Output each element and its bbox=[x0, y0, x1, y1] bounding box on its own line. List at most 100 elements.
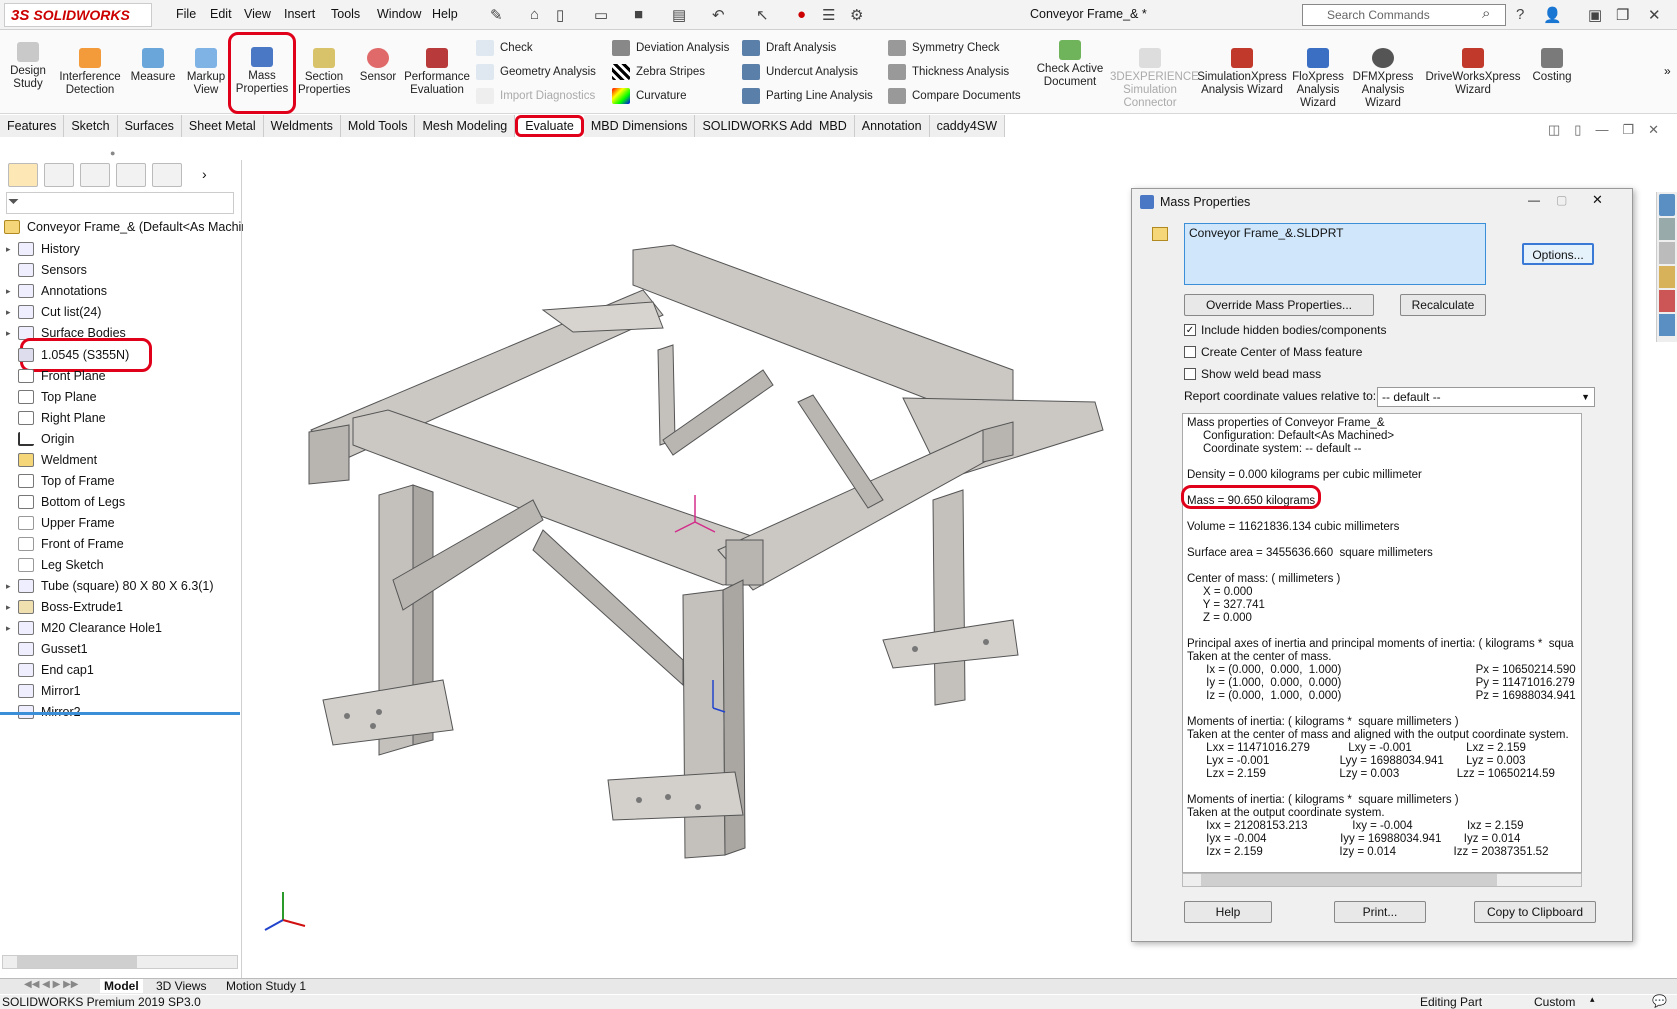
search-icon[interactable]: ⌕ bbox=[1482, 5, 1490, 22]
recalculate-button[interactable]: Recalculate bbox=[1400, 294, 1486, 316]
costing-button[interactable]: Costing bbox=[1526, 48, 1578, 84]
menu-file[interactable]: File bbox=[176, 7, 196, 21]
parting-line-analysis-button[interactable]: Parting Line Analysis bbox=[742, 88, 873, 104]
tab-3d-views[interactable]: 3D Views bbox=[156, 979, 206, 993]
tree-item-history[interactable]: ▸ History bbox=[6, 238, 80, 260]
horizontal-scrollbar[interactable] bbox=[2, 955, 238, 969]
create-center-of-mass-checkbox[interactable]: Create Center of Mass feature bbox=[1184, 345, 1362, 359]
markup-view-button[interactable]: Markup View bbox=[182, 48, 230, 97]
tab-annotation[interactable]: Annotation bbox=[854, 115, 930, 137]
new-document-icon[interactable]: ▯ bbox=[556, 6, 564, 24]
file-properties-icon[interactable]: ☰ bbox=[822, 6, 835, 24]
tree-item-cut-list[interactable]: ▸ Cut list(24) bbox=[6, 301, 101, 323]
measure-button[interactable]: Measure bbox=[128, 48, 178, 84]
tab-scroll-arrows[interactable]: ◀◀ ◀ ▶ ▶▶ bbox=[24, 979, 78, 990]
filter-input[interactable] bbox=[6, 192, 234, 214]
expand-icon[interactable]: ▸ bbox=[6, 581, 18, 592]
coordinate-system-select[interactable]: -- default -- ▼ bbox=[1377, 387, 1595, 407]
select-icon[interactable]: ↖ bbox=[756, 6, 769, 24]
tree-item-origin[interactable]: Origin bbox=[6, 428, 74, 450]
tab-weldments[interactable]: Weldments bbox=[263, 115, 341, 137]
viewport-restore-icon[interactable]: ◫ bbox=[1548, 122, 1560, 138]
options-button[interactable]: Options... bbox=[1522, 243, 1594, 265]
expand-icon[interactable]: ▸ bbox=[6, 623, 18, 634]
deviation-analysis-button[interactable]: Deviation Analysis bbox=[612, 40, 729, 56]
notification-icon[interactable]: 💬 bbox=[1652, 994, 1667, 1008]
override-mass-properties-button[interactable]: Override Mass Properties... bbox=[1184, 294, 1374, 316]
tab-mbd-dimensions[interactable]: MBD Dimensions bbox=[583, 115, 696, 137]
draft-analysis-button[interactable]: Draft Analysis bbox=[742, 40, 836, 56]
design-library-icon[interactable] bbox=[1659, 218, 1675, 240]
section-properties-button[interactable]: Section Properties bbox=[298, 48, 350, 97]
tree-item-top-of-frame[interactable]: Top of Frame bbox=[6, 470, 115, 492]
menu-window[interactable]: Window bbox=[377, 7, 421, 21]
units-select[interactable]: Custom bbox=[1534, 995, 1575, 1009]
tree-item-front-of-frame[interactable]: Front of Frame bbox=[6, 533, 124, 555]
home-icon[interactable]: ⌂ bbox=[530, 6, 539, 23]
rollback-bar[interactable] bbox=[0, 712, 240, 715]
copy-to-clipboard-button[interactable]: Copy to Clipboard bbox=[1474, 901, 1596, 923]
geometry-analysis-button[interactable]: Geometry Analysis bbox=[476, 64, 596, 80]
compare-documents-button[interactable]: Compare Documents bbox=[888, 88, 1021, 104]
help-icon[interactable]: ? bbox=[1516, 6, 1524, 23]
tree-item-leg-sketch[interactable]: Leg Sketch bbox=[6, 554, 104, 576]
dfmxpress-button[interactable]: DFMXpress Analysis Wizard bbox=[1350, 48, 1416, 110]
print-button[interactable]: Print... bbox=[1334, 901, 1426, 923]
undercut-analysis-button[interactable]: Undercut Analysis bbox=[742, 64, 858, 80]
tab-mesh-modeling[interactable]: Mesh Modeling bbox=[415, 115, 516, 137]
panel-grip-icon[interactable]: ● bbox=[110, 148, 115, 158]
file-explorer-icon[interactable] bbox=[1659, 242, 1675, 264]
viewport-maximize-icon[interactable]: ❐ bbox=[1622, 122, 1634, 138]
check-button[interactable]: Check bbox=[476, 40, 533, 56]
search-input[interactable]: Search Commands bbox=[1302, 4, 1506, 26]
featuremanager-tab-icon[interactable] bbox=[8, 163, 38, 187]
floxpress-button[interactable]: FloXpress Analysis Wizard bbox=[1290, 48, 1346, 110]
menu-insert[interactable]: Insert bbox=[284, 7, 315, 21]
menu-tools[interactable]: Tools bbox=[331, 7, 360, 21]
chevron-up-icon[interactable]: ▴ bbox=[1590, 994, 1595, 1005]
solidworks-resources-icon[interactable] bbox=[1659, 194, 1675, 216]
selection-box[interactable]: Conveyor Frame_&.SLDPRT bbox=[1184, 223, 1486, 285]
tree-item-end-cap1[interactable]: End cap1 bbox=[6, 659, 94, 681]
open-icon[interactable]: ▭ bbox=[594, 6, 608, 24]
simulationxpress-button[interactable]: SimulationXpress Analysis Wizard bbox=[1196, 48, 1288, 97]
configurationmanager-tab-icon[interactable] bbox=[80, 163, 110, 187]
curvature-button[interactable]: Curvature bbox=[612, 88, 687, 104]
tree-item-sensors[interactable]: Sensors bbox=[6, 259, 87, 281]
rebuild-icon[interactable]: ● bbox=[797, 6, 806, 23]
options-gear-icon[interactable]: ⚙ bbox=[850, 6, 863, 24]
performance-evaluation-button[interactable]: Performance Evaluation bbox=[404, 48, 470, 97]
custom-properties-icon[interactable] bbox=[1659, 314, 1675, 336]
tree-item-upper-frame[interactable]: Upper Frame bbox=[6, 512, 115, 534]
sensor-button[interactable]: Sensor bbox=[356, 48, 400, 84]
displaymanager-tab-icon[interactable] bbox=[152, 163, 182, 187]
expand-icon[interactable]: ▸ bbox=[6, 602, 18, 613]
tab-surfaces[interactable]: Surfaces bbox=[117, 115, 182, 137]
expand-icon[interactable]: ▸ bbox=[6, 286, 18, 297]
show-weld-bead-mass-checkbox[interactable]: Show weld bead mass bbox=[1184, 367, 1321, 381]
tree-item-tube[interactable]: ▸ Tube (square) 80 X 80 X 6.3(1) bbox=[6, 575, 214, 597]
user-icon[interactable]: 👤 bbox=[1543, 6, 1562, 24]
window-maximize-icon[interactable]: ❐ bbox=[1616, 6, 1629, 24]
tree-item-front-plane[interactable]: Front Plane bbox=[6, 365, 106, 387]
chevron-right-icon[interactable]: › bbox=[188, 163, 207, 189]
ribbon-expand-icon[interactable]: » bbox=[1664, 64, 1671, 78]
design-study-button[interactable]: Design Study bbox=[6, 42, 50, 91]
tab-model[interactable]: Model bbox=[100, 979, 143, 993]
tree-item-gusset1[interactable]: Gusset1 bbox=[6, 638, 88, 660]
viewport-tile-icon[interactable]: ▯ bbox=[1574, 122, 1581, 138]
expand-icon[interactable]: ▸ bbox=[6, 307, 18, 318]
driveworksxpress-button[interactable]: DriveWorksXpress Wizard bbox=[1420, 48, 1526, 97]
menu-help[interactable]: Help bbox=[432, 7, 458, 21]
menu-edit[interactable]: Edit bbox=[210, 7, 232, 21]
tree-item-weldment[interactable]: Weldment bbox=[6, 449, 97, 471]
undo-icon[interactable]: ↶ bbox=[712, 6, 725, 24]
print-icon[interactable]: ▤ bbox=[672, 6, 686, 24]
tree-item-top-plane[interactable]: Top Plane bbox=[6, 386, 97, 408]
tab-motion-study[interactable]: Motion Study 1 bbox=[226, 979, 306, 993]
viewport-close-icon[interactable]: ✕ bbox=[1648, 122, 1659, 138]
tree-item-material[interactable]: 1.0545 (S355N) bbox=[6, 344, 129, 366]
tab-mold-tools[interactable]: Mold Tools bbox=[340, 115, 416, 137]
symmetry-check-button[interactable]: Symmetry Check bbox=[888, 40, 1000, 56]
viewport-minimize-icon[interactable]: — bbox=[1595, 122, 1608, 138]
